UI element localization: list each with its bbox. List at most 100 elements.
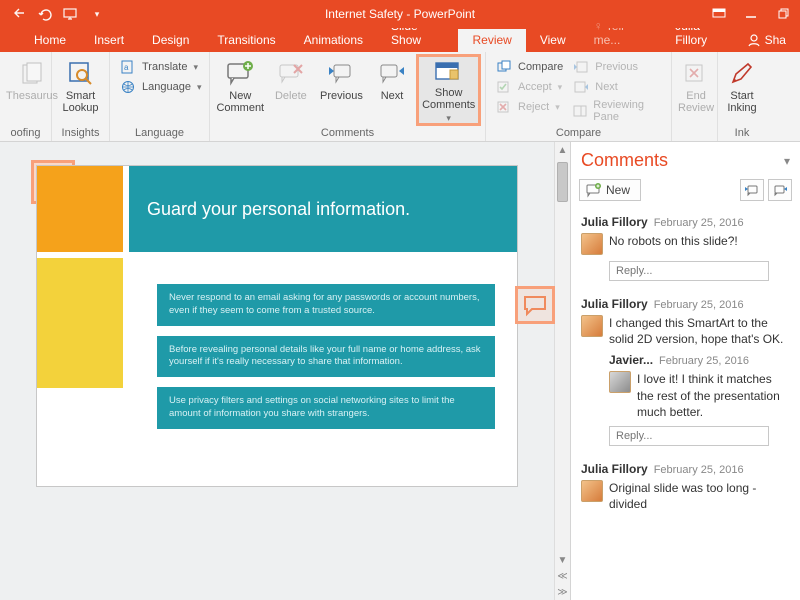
decor-square-orange [37,166,123,252]
bullet-item: Never respond to an email asking for any… [157,284,495,326]
scroll-down-icon[interactable]: ▼ [555,552,570,568]
comments-next-button[interactable] [768,179,792,201]
comment-date: February 25, 2016 [654,217,744,229]
slide-bullets: Never respond to an email asking for any… [157,284,495,429]
next-comment-label: Next [381,90,404,102]
new-comment-icon [224,60,256,88]
reviewing-label: Reviewing Pane [593,99,661,123]
scroll-track[interactable] [555,158,570,552]
decor-square-yellow [37,258,123,388]
avatar [609,371,631,393]
comment-marker-inline[interactable] [515,286,555,324]
avatar [581,233,603,255]
tab-view[interactable]: View [526,29,580,52]
group-label-empty [678,139,711,141]
translate-icon: a [120,59,136,75]
previous-change-button[interactable]: Previous [569,58,665,76]
next-slide-icon[interactable]: ≫ [555,584,570,600]
ribbon: Thesaurus oofing Smart Lookup Insights a… [0,52,800,142]
share-button[interactable]: Sha [733,29,800,52]
accept-button[interactable]: Accept [492,78,567,96]
group-label-language: Language [116,127,203,141]
comment-author: Julia Fillory [581,297,648,311]
person-icon [747,33,761,47]
previous-change-icon [573,59,589,75]
compare-icon [496,59,512,75]
avatar [581,480,603,502]
translate-button[interactable]: a Translate [116,58,205,76]
thesaurus-label: Thesaurus [6,90,58,102]
group-label-compare: Compare [492,127,665,141]
ribbon-display-icon[interactable] [708,4,730,24]
translate-label: Translate [142,61,187,73]
language-label: Language [142,81,191,93]
back-icon[interactable] [10,5,28,23]
restore-icon[interactable] [772,4,794,24]
title-bar: ▾ Internet Safety - PowerPoint [0,0,800,28]
redo-icon[interactable] [36,5,54,23]
start-inking-button[interactable]: Start Inking [724,56,760,124]
previous-comment-icon [325,60,357,88]
reviewing-pane-icon [573,103,587,119]
workspace: Guard your personal information. Never r… [0,142,800,600]
reject-button[interactable]: Reject [492,98,567,116]
window-title: Internet Safety - PowerPoint [325,7,475,21]
next-comment-button[interactable]: Next [368,56,417,124]
show-comments-button[interactable]: Show Comments [418,56,479,124]
end-review-icon [680,60,712,88]
tab-review[interactable]: Review [458,29,525,52]
slideshow-start-icon[interactable] [62,5,80,23]
slide-title: Guard your personal information. [129,166,517,252]
group-label-proofing: oofing [6,127,45,141]
smart-lookup-button[interactable]: Smart Lookup [58,56,103,124]
thesaurus-icon [16,60,48,88]
previous-change-label: Previous [595,61,638,73]
comments-prev-button[interactable] [740,179,764,201]
minimize-icon[interactable] [740,4,762,24]
reply-input[interactable] [609,261,769,281]
end-review-label: End Review [678,90,714,114]
comments-pane-title: Comments [581,150,668,171]
thesaurus-button[interactable]: Thesaurus [6,56,58,124]
language-button[interactable]: Language [116,78,205,96]
comment-date: February 25, 2016 [654,464,744,476]
delete-comment-icon [275,60,307,88]
scroll-up-icon[interactable]: ▲ [555,142,570,158]
compare-button[interactable]: Compare [492,58,567,76]
bullet-item: Before revealing personal details like y… [157,336,495,378]
ink-pen-icon [726,60,758,88]
comment-thread[interactable]: Julia FilloryFebruary 25, 2016 I changed… [571,291,800,456]
avatar [581,315,603,337]
end-review-button[interactable]: End Review [678,56,714,124]
tab-insert[interactable]: Insert [80,29,138,52]
new-comment-pane-button[interactable]: New [579,179,641,201]
comment-text: I changed this SmartArt to the solid 2D … [609,315,790,347]
next-change-button[interactable]: Next [569,78,665,96]
tab-transitions[interactable]: Transitions [203,29,289,52]
delete-comment-button[interactable]: Delete [267,56,316,124]
comments-pane-menu-icon[interactable]: ▾ [784,154,790,168]
tab-home[interactable]: Home [20,29,80,52]
qat-customize-icon[interactable]: ▾ [88,5,106,23]
new-comment-small-icon [586,183,602,197]
show-comments-icon [433,60,465,85]
bullet-item: Use privacy filters and settings on soci… [157,387,495,429]
previous-comment-label: Previous [320,90,363,102]
accept-icon [496,79,512,95]
tab-design[interactable]: Design [138,29,203,52]
previous-comment-button[interactable]: Previous [317,56,366,124]
new-comment-button[interactable]: New Comment [216,56,265,124]
slide-canvas-area[interactable]: Guard your personal information. Never r… [0,142,554,600]
slide: Guard your personal information. Never r… [37,166,517,486]
prev-slide-icon[interactable]: ≪ [555,568,570,584]
comment-thread[interactable]: Julia FilloryFebruary 25, 2016 Original … [571,456,800,522]
vertical-scrollbar[interactable]: ▲ ▼ ≪ ≫ [554,142,570,600]
reply-input[interactable] [609,426,769,446]
comment-thread[interactable]: Julia FilloryFebruary 25, 2016 No robots… [571,209,800,291]
comment-text: No robots on this slide?! [609,233,738,255]
reviewing-pane-button[interactable]: Reviewing Pane [569,98,665,124]
scroll-thumb[interactable] [557,162,568,202]
share-label: Sha [765,33,786,47]
globe-icon [120,79,136,95]
tab-animations[interactable]: Animations [290,29,377,52]
